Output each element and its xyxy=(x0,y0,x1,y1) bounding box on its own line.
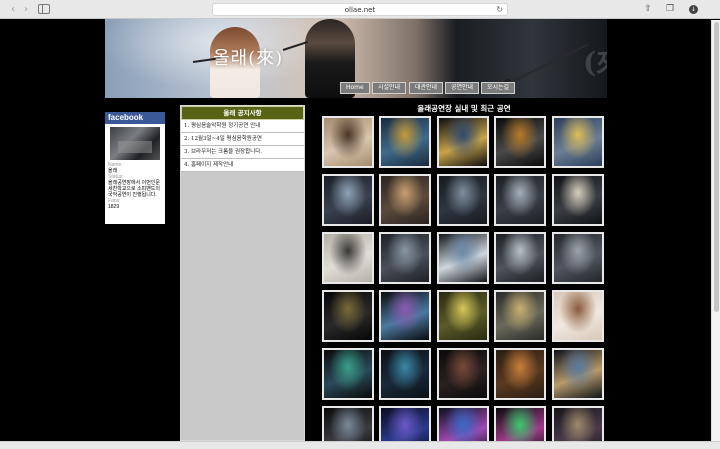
stage-lamp-arm xyxy=(506,43,589,85)
thumbnail-image xyxy=(439,350,487,398)
thumbnail-image xyxy=(554,118,602,166)
gallery-thumbnail[interactable] xyxy=(494,348,546,400)
address-bar[interactable]: ollae.net ↻ xyxy=(212,3,508,16)
gallery-thumbnail[interactable] xyxy=(552,290,604,342)
facebook-logo[interactable]: facebook xyxy=(105,112,165,124)
fb-status: 올래공연장에서 이번인문세찬학교으로 소피밴드의 국악공연이 진행됩니다. xyxy=(108,180,160,198)
gallery-thumbnail[interactable] xyxy=(322,348,374,400)
sidebar-toggle-icon[interactable] xyxy=(38,4,50,14)
thumbnail-image xyxy=(439,176,487,224)
gallery-thumbnail[interactable] xyxy=(322,290,374,342)
notice-item[interactable]: 3. 브라우저는 크롬을 권장합니다. xyxy=(181,146,304,159)
thumbnail-image xyxy=(381,176,429,224)
gallery-thumbnail[interactable] xyxy=(437,174,489,226)
thumbnail-image xyxy=(554,234,602,282)
gallery-thumbnail[interactable] xyxy=(379,232,431,284)
menu-home[interactable]: Home xyxy=(340,82,370,94)
back-icon[interactable]: ‹ xyxy=(7,4,19,15)
gallery-thumbnail[interactable] xyxy=(437,290,489,342)
thumbnail-image xyxy=(496,118,544,166)
thumbnail-image xyxy=(439,292,487,340)
header-banner: (來) 올래(來) Home 시설안내 대관안내 공연안내 오시는길 xyxy=(105,19,607,98)
thumbnail-image xyxy=(496,234,544,282)
status-bar xyxy=(0,441,720,449)
scroll-thumb[interactable] xyxy=(714,22,719,312)
notice-item[interactable]: 4. 홈페이지 제작안내 xyxy=(181,159,304,172)
gallery-thumbnail[interactable] xyxy=(379,348,431,400)
thumbnail-image xyxy=(381,118,429,166)
url-text: ollae.net xyxy=(344,6,376,14)
thumbnail-image xyxy=(324,234,372,282)
gallery-thumbnail[interactable] xyxy=(552,174,604,226)
gallery-thumbnail[interactable] xyxy=(322,232,374,284)
gallery-title: 올래공연장 실내 및 최근 공연 xyxy=(417,104,511,113)
gallery-thumbnail[interactable] xyxy=(494,290,546,342)
thumbnail-image xyxy=(324,176,372,224)
gallery-thumbnail[interactable] xyxy=(437,232,489,284)
notice-item[interactable]: 1. 평심음술악학원 정기공연 안내 xyxy=(181,120,304,133)
menu-performances[interactable]: 공연안내 xyxy=(445,82,480,94)
venue-sign: (來) xyxy=(583,46,607,79)
share-icon[interactable]: ⇧ xyxy=(642,4,654,15)
gallery-thumbnail[interactable] xyxy=(494,174,546,226)
thumbnail-image xyxy=(496,292,544,340)
thumbnail-image xyxy=(554,176,602,224)
notice-item[interactable]: 2. 12월3일~4일 평심음학원공연 xyxy=(181,133,304,146)
facebook-profile-photo[interactable] xyxy=(110,127,160,160)
notice-title: 올래 공지사항 xyxy=(181,106,304,120)
gallery-thumbnail[interactable] xyxy=(552,116,604,168)
gallery-thumbnail[interactable] xyxy=(494,116,546,168)
menu-facilities[interactable]: 시설안내 xyxy=(372,82,407,94)
gallery-thumbnail[interactable] xyxy=(379,290,431,342)
thumbnail-image xyxy=(496,350,544,398)
site-logo[interactable]: 올래(來) xyxy=(213,44,283,70)
thumbnail-image xyxy=(381,234,429,282)
thumbnail-image xyxy=(324,118,372,166)
thumbnail-image xyxy=(381,292,429,340)
thumbnail-image xyxy=(439,234,487,282)
gallery-thumbnail[interactable] xyxy=(552,232,604,284)
reload-icon[interactable]: ↻ xyxy=(496,4,503,16)
browser-toolbar: ‹ › ollae.net ↻ ⇧ ❐ ↓ xyxy=(0,0,720,19)
fb-fans-count: 1829 xyxy=(108,204,120,210)
thumbnail-image xyxy=(324,292,372,340)
notice-panel: 올래 공지사항 1. 평심음술악학원 정기공연 안내 2. 12월3일~4일 평… xyxy=(180,105,305,441)
download-icon[interactable]: ↓ xyxy=(689,5,698,14)
forward-icon[interactable]: › xyxy=(20,4,32,15)
thumbnail-image xyxy=(554,292,602,340)
menu-rental[interactable]: 대관안내 xyxy=(409,82,444,94)
thumbnail-image xyxy=(324,350,372,398)
vertical-scrollbar[interactable] xyxy=(711,20,720,441)
gallery-thumbnail[interactable] xyxy=(552,348,604,400)
menu-directions[interactable]: 오시는길 xyxy=(481,82,516,94)
gallery-thumbnail[interactable] xyxy=(322,174,374,226)
tabs-icon[interactable]: ❐ xyxy=(664,4,676,15)
gallery-thumbnail[interactable] xyxy=(379,116,431,168)
thumbnail-image xyxy=(439,118,487,166)
thumbnail-image xyxy=(496,176,544,224)
gallery-thumbnail[interactable] xyxy=(437,116,489,168)
thumbnail-image xyxy=(381,350,429,398)
gallery-thumbnail[interactable] xyxy=(379,174,431,226)
gallery-thumbnail[interactable] xyxy=(437,348,489,400)
facebook-widget[interactable]: facebook Name: 올래 Status: 올래공연장에서 이번인문세찬… xyxy=(105,112,165,224)
gallery-thumbnail[interactable] xyxy=(322,116,374,168)
thumbnail-image xyxy=(554,350,602,398)
gallery-thumbnail[interactable] xyxy=(494,232,546,284)
